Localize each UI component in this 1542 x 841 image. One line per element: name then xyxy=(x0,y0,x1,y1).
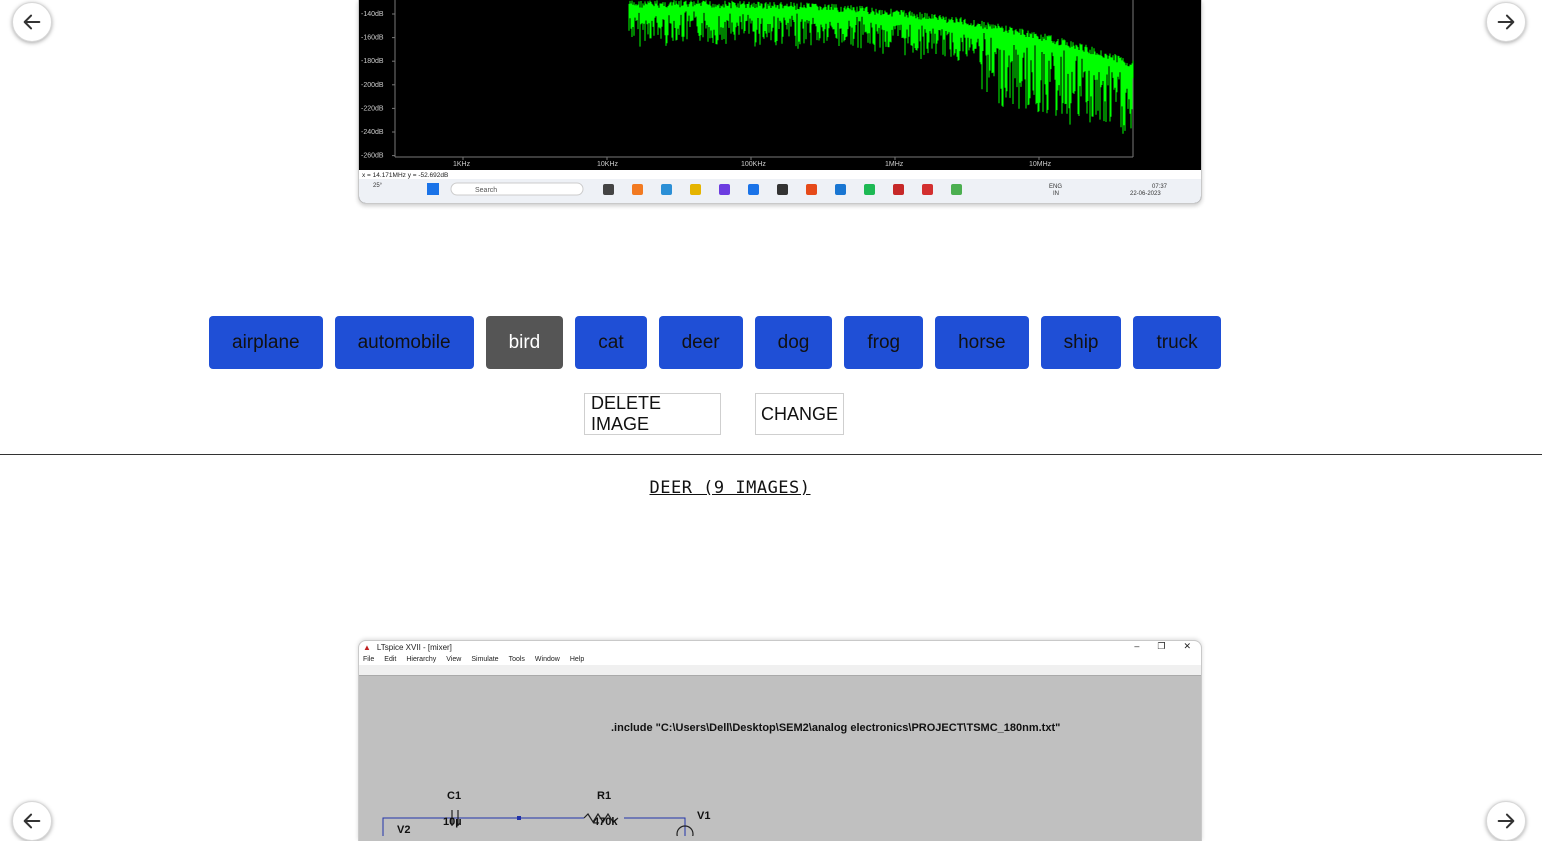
y-tick-label: -160dB xyxy=(361,35,384,42)
class-button-deer[interactable]: deer xyxy=(658,316,743,369)
ltspice-toolbar xyxy=(359,665,1201,676)
next-arrow-button-top[interactable] xyxy=(1486,2,1526,42)
class-button-horse[interactable]: horse xyxy=(935,316,1029,369)
change-button[interactable]: CHANGE xyxy=(755,393,844,435)
taskbar-app-icon[interactable] xyxy=(922,184,933,195)
ltspice-titlebar: ▲ LTspice XVII - [mixer] – ❐ ✕ xyxy=(359,641,1201,654)
arrow-right-icon xyxy=(1497,813,1515,829)
component-name-c1: C1 xyxy=(447,790,462,802)
delete-image-button[interactable]: DELETE IMAGE xyxy=(584,393,721,435)
component-value-c1: 10µ xyxy=(443,816,462,828)
taskbar-app-icon[interactable] xyxy=(951,184,962,195)
window-controls: – ❐ ✕ xyxy=(1134,641,1191,652)
y-tick-label: -220dB xyxy=(361,105,384,112)
x-tick-label: 100KHz xyxy=(741,161,766,168)
taskbar-app-icon[interactable] xyxy=(835,184,846,195)
taskbar-app-icon[interactable] xyxy=(603,184,614,195)
weather-temp: 25° xyxy=(373,183,383,189)
y-tick-label: -180dB xyxy=(361,58,384,65)
x-tick-label: 1KHz xyxy=(453,161,471,168)
y-tick-label: -240dB xyxy=(361,129,384,136)
class-button-frog[interactable]: frog xyxy=(844,316,924,369)
ltspice-menubar: File Edit Hierarchy View Simulate Tools Window… xyxy=(359,654,1201,665)
language-region: IN xyxy=(1053,191,1059,197)
menu-item-help[interactable]: Help xyxy=(570,656,584,663)
taskbar-app-icon[interactable] xyxy=(748,184,759,195)
class-buttons-row: airplane automobile bird cat deer dog frog hors… xyxy=(209,316,1221,369)
class-button-automobile[interactable]: automobile xyxy=(334,316,474,369)
component-value-r1: 470k xyxy=(593,816,618,828)
component-name-v2: V2 xyxy=(397,824,411,836)
spectrum-screenshot-image: -140dB -160dB -180dB -200dB -220dB -240dB -260… xyxy=(358,0,1202,204)
ltspice-schematic: .include "C:\Users\Dell\Desktop\SEM2\ana… xyxy=(359,676,1201,836)
arrow-right-icon xyxy=(1497,14,1515,30)
menu-item-simulate[interactable]: Simulate xyxy=(471,656,498,663)
menu-item-file[interactable]: File xyxy=(363,656,374,663)
language-indicator: ENG xyxy=(1049,184,1062,190)
previous-arrow-button-top[interactable] xyxy=(12,2,52,42)
spectrum-plot: -140dB -160dB -180dB -200dB -220dB -240dB -260… xyxy=(359,0,1201,203)
y-tick-label: -140dB xyxy=(361,11,384,18)
arrow-left-icon xyxy=(23,14,41,30)
y-tick-label: -260dB xyxy=(361,153,384,160)
x-tick-label: 10MHz xyxy=(1029,161,1052,168)
taskbar-app-icon[interactable] xyxy=(632,184,643,195)
restore-icon[interactable]: ❐ xyxy=(1157,641,1165,652)
clock-date: 22-06-2023 xyxy=(1130,191,1161,197)
menu-item-tools[interactable]: Tools xyxy=(509,656,525,663)
close-icon[interactable]: ✕ xyxy=(1183,641,1191,652)
menu-item-view[interactable]: View xyxy=(446,656,461,663)
taskbar-search-box[interactable] xyxy=(450,182,584,196)
y-tick-label: -200dB xyxy=(361,82,384,89)
x-tick-label: 10KHz xyxy=(597,161,619,168)
class-button-cat[interactable]: cat xyxy=(575,316,647,369)
class-button-airplane[interactable]: airplane xyxy=(209,316,323,369)
class-button-dog[interactable]: dog xyxy=(754,316,833,369)
taskbar-app-icon[interactable] xyxy=(690,184,701,195)
class-button-bird[interactable]: bird xyxy=(485,316,564,369)
section-divider xyxy=(0,454,1542,455)
menu-item-window[interactable]: Window xyxy=(535,656,560,663)
component-name-v1: V1 xyxy=(697,810,711,822)
taskbar-app-icon[interactable] xyxy=(806,184,817,195)
ltspice-logo-icon: ▲ xyxy=(363,643,371,652)
taskbar-search-label: Search xyxy=(475,187,497,194)
cursor-readout: x = 14.171MHz y = -52.692dB xyxy=(362,172,448,179)
x-tick-label: 1MHz xyxy=(885,161,904,168)
class-button-truck[interactable]: truck xyxy=(1133,316,1221,369)
menu-item-hierarchy[interactable]: Hierarchy xyxy=(406,656,436,663)
menu-item-edit[interactable]: Edit xyxy=(384,656,396,663)
minimize-icon[interactable]: – xyxy=(1134,641,1139,652)
next-arrow-button-bottom[interactable] xyxy=(1486,801,1526,841)
ltspice-screenshot-image: ▲ LTspice XVII - [mixer] – ❐ ✕ File Edit H… xyxy=(358,640,1202,841)
taskbar-app-icon[interactable] xyxy=(893,184,904,195)
taskbar-app-icon[interactable] xyxy=(719,184,730,195)
section-title-link[interactable]: DEER (9 IMAGES) xyxy=(0,478,1460,498)
previous-arrow-button-bottom[interactable] xyxy=(12,801,52,841)
schematic-wires xyxy=(382,810,694,836)
class-button-ship[interactable]: ship xyxy=(1040,316,1122,369)
arrow-left-icon xyxy=(23,813,41,829)
start-icon[interactable] xyxy=(427,183,439,195)
taskbar-app-icon[interactable] xyxy=(864,184,875,195)
component-name-r1: R1 xyxy=(597,790,612,802)
ltspice-window-title: LTspice XVII - [mixer] xyxy=(376,643,452,652)
taskbar-app-icon[interactable] xyxy=(661,184,672,195)
taskbar-app-icon[interactable] xyxy=(777,184,788,195)
clock-time: 07:37 xyxy=(1152,184,1168,190)
